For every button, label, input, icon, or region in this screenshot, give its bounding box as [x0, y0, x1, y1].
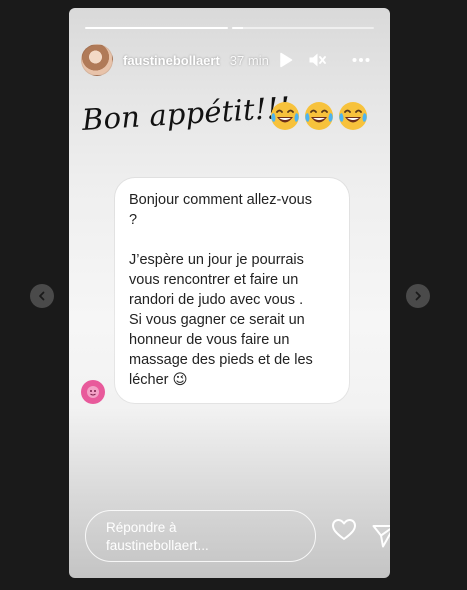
chevron-right-icon — [415, 291, 421, 301]
emoji-group — [269, 100, 369, 132]
story-frame: faustinebollaert 37 min Bon appétit!!! B… — [69, 8, 390, 578]
mute-button[interactable] — [306, 49, 328, 71]
previous-story-button[interactable] — [30, 284, 54, 308]
more-options-button[interactable] — [350, 49, 372, 71]
message-text: Bonjour comment allez-vous ? — [129, 192, 312, 228]
play-icon — [280, 52, 293, 68]
progress-segment — [231, 27, 374, 29]
heart-icon[interactable] — [331, 517, 357, 543]
laughing-tears-emoji — [271, 102, 299, 130]
story-title-text: Bon appétit!!! — [80, 90, 292, 137]
laughing-tears-emoji — [305, 102, 333, 130]
reply-placeholder: Répondre à — [106, 520, 177, 535]
message-bubble: Bonjour comment allez-vous ? J’espère un… — [115, 178, 349, 403]
reply-placeholder: faustinebollaert... — [106, 538, 209, 553]
next-story-button[interactable] — [406, 284, 430, 308]
message-text: J’espère un jour je pourrais vous rencon… — [129, 252, 313, 388]
username-link[interactable]: faustinebollaert — [123, 53, 220, 68]
avatar[interactable] — [81, 44, 113, 76]
laughing-tears-emoji — [339, 102, 367, 130]
reply-input[interactable]: Répondre à faustinebollaert... — [85, 510, 316, 562]
chevron-left-icon — [39, 291, 45, 301]
story-header: faustinebollaert 37 min — [81, 44, 378, 76]
mute-icon — [309, 53, 326, 67]
sender-avatar — [81, 380, 105, 404]
sender-avatar-icon — [87, 386, 99, 398]
more-icon — [352, 58, 370, 62]
story-progress — [85, 27, 374, 29]
send-icon[interactable] — [371, 523, 390, 549]
play-button[interactable] — [275, 49, 297, 71]
progress-segment — [85, 27, 228, 29]
timestamp: 37 min — [229, 52, 269, 68]
